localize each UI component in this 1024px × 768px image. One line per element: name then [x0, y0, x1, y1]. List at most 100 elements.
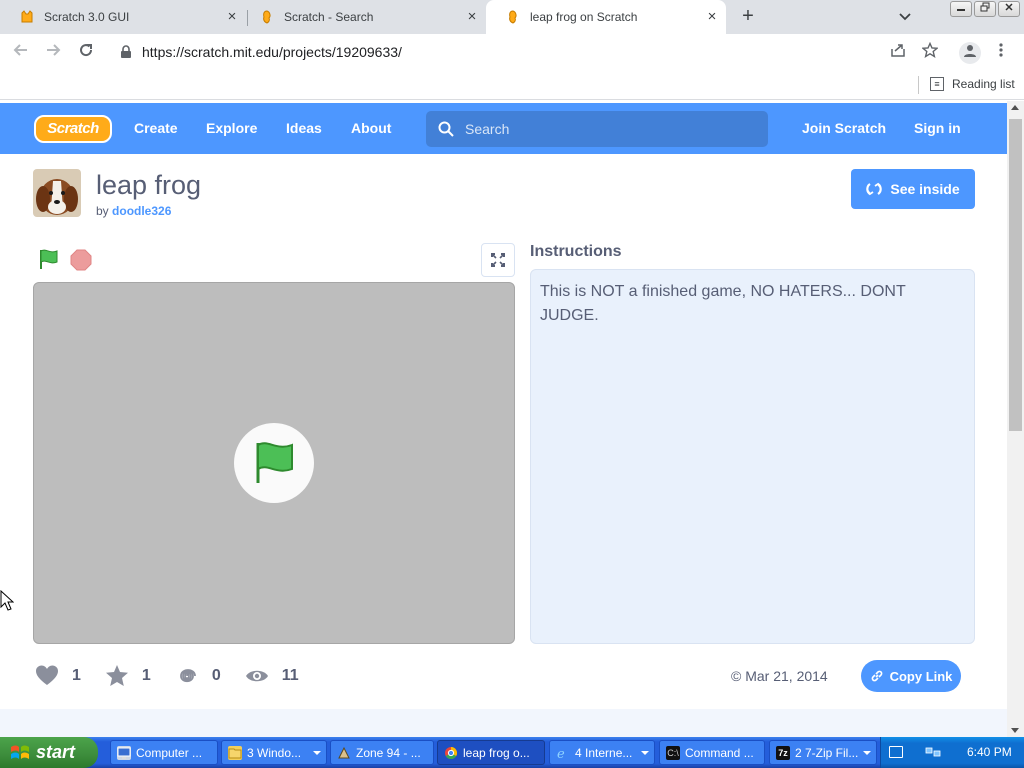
- tab-leap-frog[interactable]: leap frog on Scratch ×: [486, 0, 726, 34]
- sign-in-link[interactable]: Sign in: [914, 120, 961, 136]
- taskbar-item-computer[interactable]: Computer ...: [110, 740, 218, 765]
- lock-icon: [120, 45, 134, 59]
- network-icon[interactable]: [925, 746, 941, 758]
- chevron-down-icon[interactable]: [897, 8, 913, 24]
- browser-tab-strip: Scratch 3.0 GUI × Scratch - Search × lea…: [0, 0, 1024, 34]
- taskbar-item-cmd[interactable]: C:\ Command ...: [659, 740, 765, 765]
- start-button[interactable]: start: [0, 737, 98, 768]
- close-icon[interactable]: ×: [224, 9, 240, 25]
- chrome-icon: [444, 746, 458, 760]
- page-viewport: Scratch Create Explore Ideas About Searc…: [0, 101, 1007, 737]
- project-stage[interactable]: [33, 282, 515, 644]
- view-count: 11: [281, 667, 299, 684]
- browser-menu-icon[interactable]: [993, 42, 1009, 64]
- eye-icon: [245, 670, 268, 682]
- ie-icon: e: [556, 746, 570, 762]
- nav-explore[interactable]: Explore: [206, 120, 257, 136]
- link-icon: [871, 670, 882, 682]
- start-label: start: [36, 742, 76, 762]
- keyboard-icon[interactable]: [889, 746, 903, 758]
- instructions-heading: Instructions: [530, 243, 622, 260]
- stop-sign-icon[interactable]: [70, 249, 92, 271]
- bookmark-star-icon[interactable]: [921, 41, 939, 60]
- group-arrow-icon: [863, 751, 871, 755]
- bookmarks-bar: ≡ Reading list: [0, 70, 1024, 100]
- address-bar[interactable]: https://scratch.mit.edu/projects/1920963…: [110, 38, 950, 66]
- task-label: 2 7-Zip Fil...: [795, 745, 859, 760]
- author-avatar[interactable]: [33, 169, 81, 217]
- heart-icon: [36, 665, 58, 685]
- search-icon: [438, 121, 454, 137]
- scroll-up-icon[interactable]: [1011, 105, 1019, 110]
- restore-icon[interactable]: [974, 1, 996, 17]
- copyright-icon: ©: [731, 668, 746, 684]
- new-tab-button[interactable]: +: [738, 6, 758, 26]
- reload-icon[interactable]: [75, 41, 97, 63]
- forward-arrow-icon[interactable]: [42, 41, 64, 63]
- scratch-cat-icon: [20, 10, 34, 24]
- date-text: Mar 21, 2014: [745, 668, 828, 684]
- scratch-logo[interactable]: Scratch: [34, 115, 112, 143]
- profile-avatar-icon[interactable]: [959, 42, 981, 64]
- nav-create[interactable]: Create: [134, 120, 178, 136]
- star-icon: [105, 665, 128, 686]
- folder-icon: [228, 745, 242, 760]
- scratch-navbar: Scratch Create Explore Ideas About Searc…: [0, 103, 1007, 154]
- copy-link-button[interactable]: Copy Link: [861, 660, 961, 692]
- start-project-button[interactable]: [234, 423, 314, 503]
- back-arrow-icon[interactable]: [10, 41, 32, 63]
- taskbar-item-7zip[interactable]: 7z 2 7-Zip Fil...: [769, 740, 877, 765]
- svg-text:e: e: [557, 747, 565, 760]
- taskbar-clock: 6:40 PM: [967, 745, 1012, 759]
- cmd-icon: C:\: [666, 745, 680, 760]
- search-input[interactable]: Search: [426, 111, 768, 147]
- join-scratch-link[interactable]: Join Scratch: [802, 120, 886, 136]
- see-inside-button[interactable]: See inside: [851, 169, 975, 209]
- tab-scratch-gui[interactable]: Scratch 3.0 GUI ×: [0, 0, 246, 34]
- reading-list-icon: ≡: [930, 77, 944, 91]
- scrollbar-thumb[interactable]: [1009, 119, 1022, 431]
- group-arrow-icon: [313, 751, 321, 755]
- scratch-icon: [506, 10, 520, 24]
- page-scrollbar[interactable]: [1007, 101, 1024, 737]
- mouse-cursor-icon: [0, 590, 14, 611]
- url-text: https://scratch.mit.edu/projects/1920963…: [142, 44, 402, 60]
- page-footer-band: [0, 709, 1007, 737]
- project-stats: 1 1 0 11: [35, 664, 323, 688]
- favorite-stat[interactable]: 1: [105, 664, 151, 688]
- by-label: by: [96, 204, 109, 218]
- taskbar-item-ie[interactable]: e 4 Interne...: [549, 740, 655, 765]
- author-link[interactable]: doodle326: [112, 204, 171, 218]
- copy-link-label: Copy Link: [889, 668, 953, 684]
- taskbar-item-zone94[interactable]: Zone 94 - ...: [330, 740, 434, 765]
- taskbar-item-chrome[interactable]: leap frog o...: [437, 740, 545, 765]
- remix-spiral-icon: [179, 669, 196, 683]
- reading-list-button[interactable]: ≡ Reading list: [930, 77, 1015, 91]
- 7zip-icon: 7z: [776, 745, 790, 760]
- group-arrow-icon: [641, 751, 649, 755]
- green-flag-icon: [256, 442, 293, 483]
- scratch-icon: [260, 10, 274, 24]
- nav-about[interactable]: About: [351, 120, 391, 136]
- nav-ideas[interactable]: Ideas: [286, 120, 322, 136]
- fullscreen-button[interactable]: [481, 243, 515, 277]
- windows-logo-icon: [11, 745, 29, 759]
- tab-scratch-search[interactable]: Scratch - Search ×: [240, 0, 486, 34]
- taskbar-item-windows[interactable]: 3 Windo...: [221, 740, 327, 765]
- close-window-icon[interactable]: [998, 1, 1020, 17]
- share-icon[interactable]: [889, 42, 907, 60]
- close-icon[interactable]: ×: [464, 9, 480, 25]
- scroll-down-icon[interactable]: [1011, 728, 1019, 733]
- minimize-icon[interactable]: [950, 1, 972, 17]
- love-stat[interactable]: 1: [35, 664, 81, 688]
- bookmark-divider: [918, 76, 919, 94]
- tab-label: leap frog on Scratch: [530, 10, 638, 24]
- browser-toolbar: https://scratch.mit.edu/projects/1920963…: [0, 34, 1024, 70]
- task-label: Computer ...: [136, 745, 203, 760]
- green-flag-icon[interactable]: [38, 248, 60, 270]
- close-icon[interactable]: ×: [704, 9, 720, 25]
- window-controls: [950, 1, 1020, 17]
- instructions-text: This is NOT a finished game, NO HATERS..…: [530, 269, 975, 644]
- reading-list-label: Reading list: [952, 77, 1015, 91]
- task-label: Command ...: [685, 745, 754, 760]
